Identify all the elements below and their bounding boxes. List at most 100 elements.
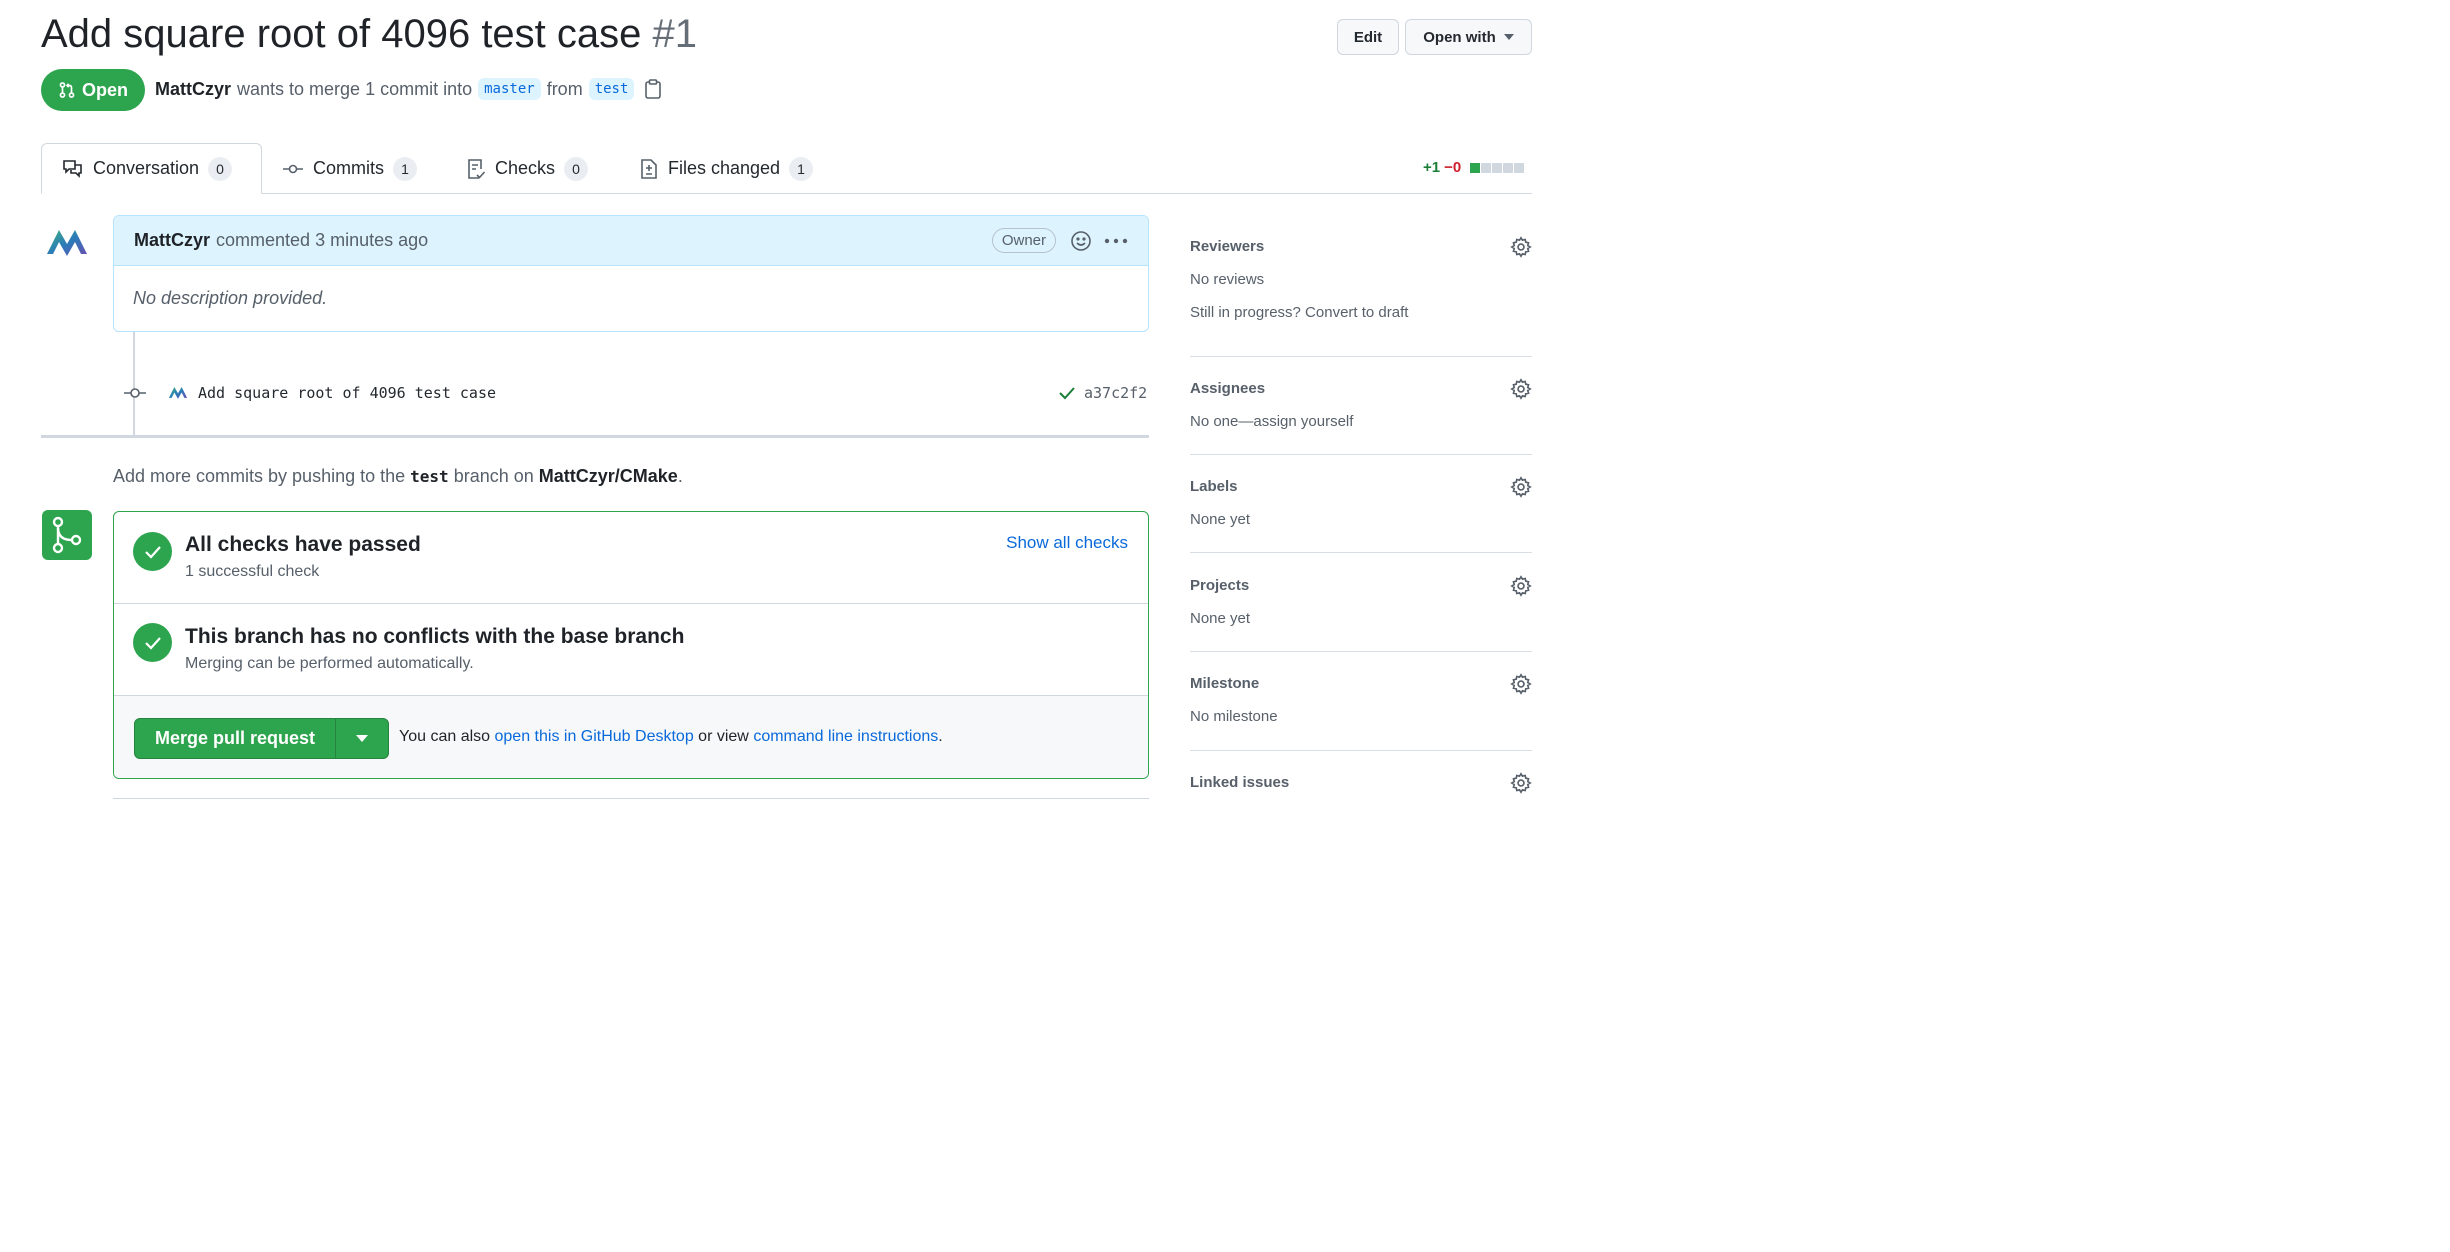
sidebar-divider (1190, 454, 1532, 455)
gear-icon[interactable] (1510, 378, 1532, 400)
projects-value: None yet (1190, 610, 1251, 627)
reviewers-value: No reviews (1190, 271, 1265, 288)
sidebar-assignees: Assignees No one—assign yourself (1190, 378, 1532, 440)
sidebar-milestone: Milestone No milestone (1190, 673, 1532, 735)
pr-title: Add square root of 4096 test case (41, 12, 642, 56)
tab-label: Commits (313, 158, 384, 178)
comment-time[interactable]: 3 minutes ago (315, 230, 428, 251)
comment-discussion-icon (63, 159, 82, 178)
base-branch[interactable]: master (478, 78, 541, 100)
merge-note: You can also open this in GitHub Desktop… (399, 728, 943, 746)
merge-note-prefix: You can also (399, 728, 491, 745)
sidebar-divider (1190, 552, 1532, 553)
open-with-label: Open with (1423, 28, 1496, 46)
tab-checks[interactable]: Checks 0 (446, 143, 608, 194)
check-icon[interactable] (1058, 385, 1076, 401)
git-merge-icon (42, 510, 92, 560)
gear-icon[interactable] (1510, 772, 1532, 794)
git-pull-request-icon (59, 82, 75, 98)
diffstat: +1 −0 (1423, 159, 1525, 176)
gear-icon[interactable] (1510, 476, 1532, 498)
sidebar-reviewers: Reviewers No reviews Still in progress? … (1190, 236, 1532, 328)
avatar[interactable] (45, 224, 89, 258)
status-badge: Open (41, 69, 145, 111)
open-with-button[interactable]: Open with (1405, 19, 1532, 55)
commit-sha[interactable]: a37c2f2 (1084, 384, 1147, 402)
comment-author[interactable]: MattCzyr (134, 230, 210, 251)
diffstat-square (1470, 162, 1481, 173)
sidebar-projects: Projects None yet (1190, 575, 1532, 637)
tab-commits[interactable]: Commits 1 (262, 143, 437, 194)
show-all-checks-link[interactable]: Show all checks (1006, 533, 1128, 553)
caret-down-icon (356, 735, 368, 742)
additions-count: +1 (1423, 159, 1441, 176)
status-label: Open (81, 79, 128, 100)
push-hint-suffix: . (677, 466, 683, 486)
sidebar-title: Reviewers (1190, 238, 1265, 255)
merge-note-middle: or view (698, 728, 749, 745)
checks-subtitle: 1 successful check (185, 563, 320, 580)
tab-conversation[interactable]: Conversation 0 (41, 143, 262, 194)
tab-counter: 0 (564, 156, 589, 181)
commit-message[interactable]: Add square root of 4096 test case (198, 384, 496, 402)
merge-method-dropdown[interactable] (336, 719, 388, 758)
diffstat-square (1514, 162, 1525, 173)
owner-badge: Owner (991, 228, 1056, 253)
push-hint: Add more commits by pushing to the test … (113, 466, 683, 487)
timeline-commit: Add square root of 4096 test case a37c2f… (120, 378, 1149, 408)
check-circle-icon (133, 532, 172, 571)
diffstat-square (1492, 162, 1503, 173)
sidebar-linked-issues: Linked issues (1190, 772, 1532, 800)
tab-files-changed[interactable]: Files changed 1 (619, 143, 833, 194)
tab-label: Checks (495, 158, 556, 178)
tab-counter: 0 (208, 156, 233, 181)
caret-down-icon (1503, 34, 1514, 40)
push-hint-middle: branch on (453, 466, 534, 486)
sidebar-title: Labels (1190, 478, 1238, 495)
sidebar-labels: Labels None yet (1190, 476, 1532, 538)
merge-box: All checks have passed 1 successful chec… (113, 511, 1149, 779)
assign-yourself-link[interactable]: No one—assign yourself (1190, 413, 1532, 430)
tab-label: Conversation (93, 158, 200, 178)
from-text: from (546, 78, 583, 99)
timeline-divider (41, 435, 1149, 438)
next-box-edge (113, 798, 1149, 801)
check-circle-icon (133, 623, 172, 662)
comment-box: MattCzyr commented 3 minutes ago Owner N… (113, 215, 1149, 332)
edit-button[interactable]: Edit (1337, 19, 1399, 55)
pr-number: #1 (652, 12, 698, 56)
convert-to-draft-link[interactable]: Still in progress? Convert to draft (1190, 304, 1532, 321)
file-diff-icon (641, 158, 657, 179)
conflicts-subtitle: Merging can be performed automatically. (185, 655, 474, 672)
github-desktop-link[interactable]: open this in GitHub Desktop (495, 728, 694, 745)
gear-icon[interactable] (1510, 236, 1532, 258)
git-commit-icon (283, 164, 303, 173)
smiley-icon[interactable] (1070, 230, 1092, 252)
tab-counter: 1 (789, 156, 814, 181)
tab-label: Files changed (668, 158, 781, 178)
milestone-value: No milestone (1190, 708, 1278, 725)
merge-pull-request-button[interactable]: Merge pull request (135, 719, 336, 758)
comment-body: No description provided. (133, 288, 328, 308)
conflicts-title: This branch has no conflicts with the ba… (185, 625, 685, 648)
push-hint-branch: test (410, 467, 449, 486)
kebab-horizontal-icon[interactable] (1104, 238, 1128, 244)
author-link[interactable]: MattCzyr (155, 79, 231, 100)
labels-value: None yet (1190, 511, 1251, 528)
push-hint-repo[interactable]: MattCzyr/CMake (539, 466, 678, 486)
commit-avatar[interactable] (168, 384, 188, 400)
conflicts-row: This branch has no conflicts with the ba… (114, 604, 1148, 696)
copy-icon[interactable] (644, 79, 662, 99)
merge-note-suffix: . (938, 728, 943, 745)
diffstat-bar (1469, 162, 1525, 173)
head-branch[interactable]: test (588, 78, 635, 100)
merge-actions-row: Merge pull request You can also open thi… (114, 696, 1148, 778)
checklist-icon (468, 158, 486, 179)
gear-icon[interactable] (1510, 575, 1532, 597)
command-line-link[interactable]: command line instructions (753, 728, 938, 745)
push-hint-prefix: Add more commits by pushing to the (113, 466, 406, 486)
sidebar-title: Assignees (1190, 380, 1266, 397)
checks-row: All checks have passed 1 successful chec… (114, 512, 1148, 604)
gear-icon[interactable] (1510, 673, 1532, 695)
comment-action: commented (216, 230, 311, 250)
